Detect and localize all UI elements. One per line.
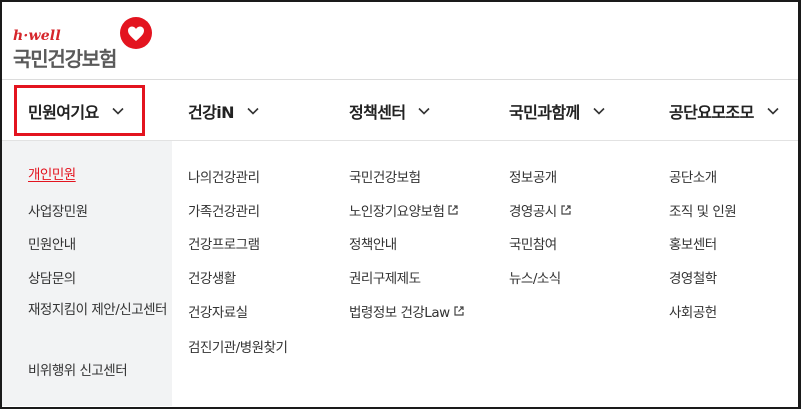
menu-item-policy-guide[interactable]: 정책안내	[349, 233, 397, 253]
menu-item-nhis[interactable]: 국민건강보험	[349, 166, 421, 186]
menu-item-management-disclosure[interactable]: 경영공시	[509, 200, 572, 220]
site-logo[interactable]: h·well 국민건강보험	[13, 16, 163, 71]
menu-item-social-contribution[interactable]: 사회공헌	[669, 301, 717, 321]
menu-item-law-info-label: 법령정보 건강Law	[349, 305, 450, 321]
chevron-down-icon	[247, 107, 259, 115]
menu-item-ltc-insurance[interactable]: 노인장기요양보험	[349, 200, 459, 220]
menu-item-ltc-insurance-label: 노인장기요양보험	[349, 204, 445, 220]
menu-item-personal-civil[interactable]: 개인민원	[28, 163, 76, 183]
external-link-icon	[448, 205, 458, 215]
menu-item-pr-center[interactable]: 홍보센터	[669, 233, 717, 253]
menu-item-health-data[interactable]: 건강자료실	[188, 301, 248, 321]
nav-health-in[interactable]: 건강iN	[188, 81, 260, 141]
menu-item-info-disclosure[interactable]: 정보공개	[509, 166, 557, 186]
menu-item-business-civil[interactable]: 사업장민원	[28, 200, 88, 220]
menu-item-health-life[interactable]: 건강생활	[188, 267, 236, 287]
active-nav-highlight	[14, 85, 145, 136]
nav-about[interactable]: 공단요모조모	[669, 81, 780, 141]
chevron-down-icon	[418, 107, 431, 115]
menu-item-law-info[interactable]: 법령정보 건강Law	[349, 301, 465, 321]
nav-policy[interactable]: 정책센터	[349, 81, 431, 141]
heart-logo-icon	[120, 17, 152, 49]
menu-item-participation[interactable]: 국민참여	[509, 233, 557, 253]
menu-item-consult[interactable]: 상담문의	[28, 267, 76, 287]
menu-item-misconduct-report[interactable]: 비위행위 신고센터	[28, 359, 128, 379]
chevron-down-icon	[593, 107, 605, 115]
menu-item-finance-report[interactable]: 재정지킴이 제안/신고센터	[28, 296, 168, 324]
menu-item-about-corp[interactable]: 공단소개	[669, 166, 717, 186]
menu-item-rights-relief[interactable]: 권리구제제도	[349, 267, 421, 287]
site-header: h·well 국민건강보험	[0, 0, 801, 80]
menu-item-family-health[interactable]: 가족건강관리	[188, 200, 260, 220]
nav-together[interactable]: 국민과함께	[509, 81, 606, 141]
external-link-icon	[561, 205, 571, 215]
nav-together-label: 국민과함께	[509, 103, 580, 122]
external-link-icon	[454, 306, 464, 316]
menu-item-news[interactable]: 뉴스/소식	[509, 267, 561, 287]
logo-name: 국민건강보험	[13, 47, 117, 71]
menu-item-find-hospital[interactable]: 검진기관/병원찾기	[188, 336, 288, 356]
logo-tagline: h·well	[13, 28, 61, 44]
menu-item-civil-guide[interactable]: 민원안내	[28, 233, 76, 253]
nav-about-label: 공단요모조모	[669, 103, 754, 122]
chevron-down-icon	[767, 107, 779, 115]
menu-item-management-disclosure-label: 경영공시	[509, 204, 557, 220]
nav-policy-label: 정책센터	[349, 103, 406, 122]
menu-item-organization[interactable]: 조직 및 인원	[669, 200, 737, 220]
menu-item-philosophy[interactable]: 경영철학	[669, 267, 717, 287]
menu-item-my-health[interactable]: 나의건강관리	[188, 166, 260, 186]
menu-item-health-program[interactable]: 건강프로그램	[188, 233, 260, 253]
nav-health-in-label: 건강iN	[188, 103, 235, 122]
